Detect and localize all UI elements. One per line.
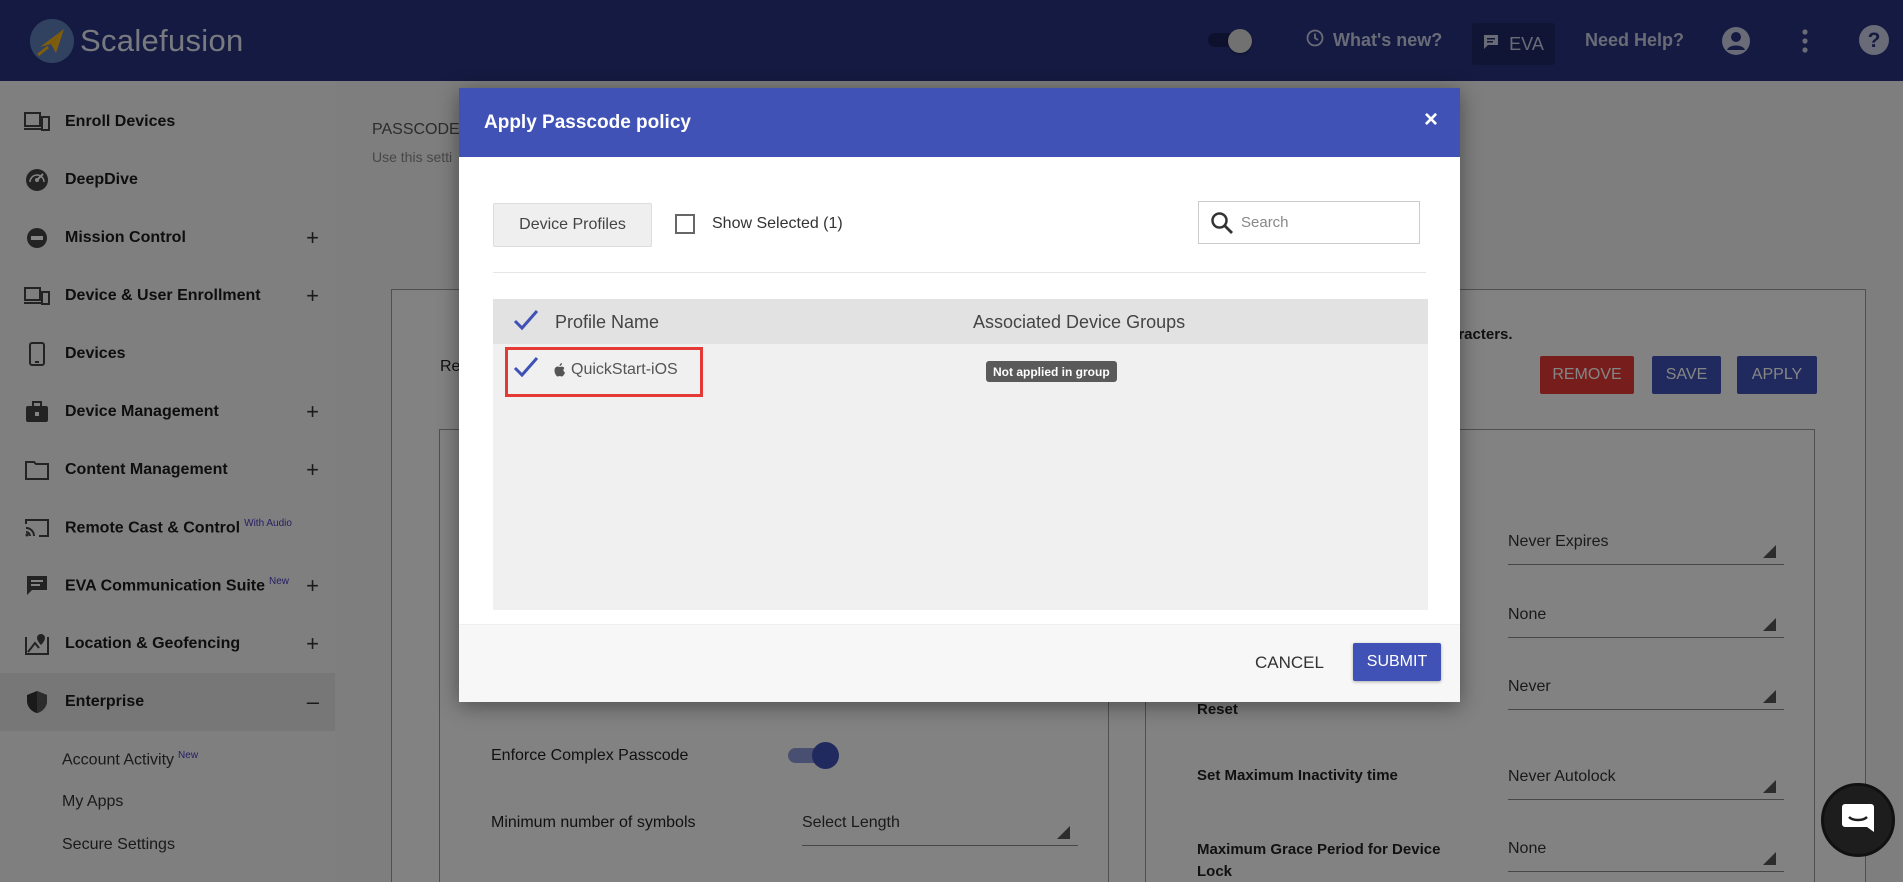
search-input[interactable] (1241, 202, 1411, 243)
device-profiles-tab[interactable]: Device Profiles (493, 203, 652, 247)
apple-icon (554, 363, 566, 382)
profiles-table: Profile Name Associated Device Groups Qu… (493, 299, 1428, 610)
close-icon[interactable]: × (1424, 106, 1438, 134)
status-badge: Not applied in group (986, 361, 1117, 382)
apply-passcode-modal: Apply Passcode policy × Device Profiles … (459, 88, 1460, 702)
select-all-check-icon[interactable] (513, 309, 539, 336)
table-header: Profile Name Associated Device Groups (493, 299, 1428, 344)
chat-launcher[interactable] (1821, 783, 1895, 857)
search-box[interactable] (1198, 201, 1420, 244)
profile-name: QuickStart-iOS (571, 361, 678, 378)
show-selected-label[interactable]: Show Selected (1) (712, 215, 843, 233)
show-selected-checkbox[interactable] (675, 214, 695, 234)
divider (493, 272, 1426, 273)
col-profile-name[interactable]: Profile Name (555, 312, 659, 333)
table-row[interactable]: QuickStart-iOS Not applied in group (493, 344, 1428, 398)
search-icon (1210, 211, 1234, 240)
submit-button[interactable]: SUBMIT (1353, 643, 1441, 681)
row-check-icon[interactable] (513, 356, 539, 383)
modal-title: Apply Passcode policy (484, 112, 691, 133)
chat-bubble-icon (1841, 803, 1875, 838)
modal-footer: CANCEL SUBMIT (459, 624, 1460, 702)
modal-header: Apply Passcode policy × (459, 88, 1460, 157)
cancel-button[interactable]: CANCEL (1255, 645, 1324, 681)
col-associated-groups[interactable]: Associated Device Groups (973, 312, 1185, 333)
